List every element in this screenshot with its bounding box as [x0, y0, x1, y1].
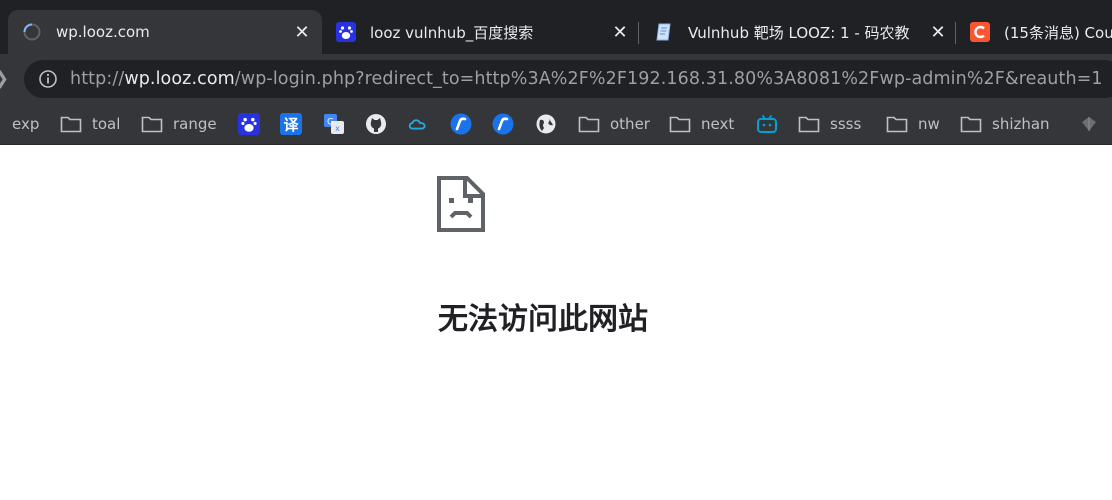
bookmark-label: nw: [918, 115, 940, 133]
tab-separator: [638, 22, 639, 44]
fofa-icon: [492, 113, 514, 135]
close-tab-icon[interactable]: ✕: [290, 22, 314, 43]
url-text[interactable]: http://wp.looz.com/wp-login.php?redirect…: [70, 69, 1103, 89]
close-tab-icon[interactable]: ✕: [926, 22, 950, 43]
folder-icon: [886, 113, 908, 135]
fofa-icon: [450, 113, 472, 135]
toolbar: ❯ http://wp.looz.com/wp-login.php?redire…: [0, 54, 1112, 104]
close-tab-icon[interactable]: ✕: [608, 22, 632, 43]
bilibili-tv-icon: [756, 113, 778, 135]
bookmark-folder-next[interactable]: next: [669, 112, 734, 136]
bookmarks-bar: exp toal range 译 Gx other next ssss nw s…: [0, 104, 1112, 145]
bookmark-folder-exp[interactable]: exp: [0, 112, 39, 136]
bookmark-globe[interactable]: [535, 112, 557, 136]
error-heading: 无法访问此网站: [438, 302, 648, 337]
google-translate-icon: Gx: [323, 113, 345, 135]
github-icon: [365, 113, 387, 135]
extension-icon: [1078, 113, 1100, 135]
bookmark-folder-nw[interactable]: nw: [886, 112, 940, 136]
folder-icon: [798, 113, 820, 135]
bookmark-label: toal: [92, 115, 121, 133]
baidu-paw-icon: [238, 113, 260, 135]
cloud-icon: [407, 113, 429, 135]
bookmark-google-translate[interactable]: Gx: [323, 112, 345, 136]
bookmark-bilibili[interactable]: [756, 112, 778, 136]
bookmark-folder-shizhan[interactable]: shizhan: [960, 112, 1050, 136]
tab-title: looz vulnhub_百度搜索: [370, 23, 534, 42]
baidu-paw-icon: [336, 22, 356, 42]
bookmark-folder-range[interactable]: range: [141, 112, 217, 136]
url-host: wp.looz.com: [124, 69, 235, 89]
back-arrow-icon[interactable]: ❯: [0, 68, 9, 89]
tab-csdn[interactable]: (15条消息) Cou: [970, 10, 1112, 54]
document-pen-icon: [654, 22, 674, 42]
folder-icon: [669, 113, 691, 135]
sad-document-icon: [436, 175, 486, 237]
url-path: /wp-login.php?redirect_to=http%3A%2F%2F1…: [234, 69, 1103, 89]
tab-title: Vulnhub 靶场 LOOZ: 1 - 码农教: [688, 23, 910, 42]
folder-icon: [578, 113, 600, 135]
bookmark-label: range: [173, 115, 217, 133]
bookmark-cloud[interactable]: [407, 112, 429, 136]
folder-icon: [141, 113, 163, 135]
translate-icon: 译: [280, 113, 302, 135]
bookmark-folder-toal[interactable]: toal: [60, 112, 120, 136]
bookmark-label: exp: [12, 115, 40, 133]
bookmark-label: shizhan: [992, 115, 1050, 133]
bookmark-fofa-2[interactable]: [492, 112, 514, 136]
tab-baidu-search[interactable]: looz vulnhub_百度搜索 ✕: [336, 10, 632, 54]
svg-text:x: x: [335, 124, 340, 133]
bookmark-label: next: [701, 115, 735, 133]
folder-icon: [60, 113, 82, 135]
bookmark-baidu[interactable]: [238, 112, 260, 136]
info-icon[interactable]: [38, 69, 58, 89]
folder-icon: [960, 113, 982, 135]
bookmark-translate[interactable]: 译: [280, 112, 302, 136]
loading-spinner-icon: [22, 22, 42, 42]
url-scheme: http://: [70, 69, 125, 89]
tab-wp-looz[interactable]: wp.looz.com ✕: [8, 10, 322, 54]
globe-icon: [535, 113, 557, 135]
bookmark-folder-ssss[interactable]: ssss: [798, 112, 861, 136]
bookmark-label: other: [610, 115, 650, 133]
tab-title: wp.looz.com: [56, 23, 150, 41]
bookmark-overflow[interactable]: [1078, 112, 1100, 136]
tab-title: (15条消息) Cou: [1004, 23, 1112, 42]
bookmark-github[interactable]: [365, 112, 387, 136]
tab-vulnhub-looz[interactable]: Vulnhub 靶场 LOOZ: 1 - 码农教 ✕: [654, 10, 950, 54]
svg-text:G: G: [327, 118, 334, 128]
tab-strip: wp.looz.com ✕ looz vulnhub_百度搜索 ✕ Vulnhu…: [0, 0, 1112, 54]
tab-separator: [955, 22, 956, 44]
bookmark-folder-other[interactable]: other: [578, 112, 650, 136]
address-bar[interactable]: http://wp.looz.com/wp-login.php?redirect…: [24, 60, 1112, 98]
csdn-c-icon: [970, 22, 990, 42]
bookmark-fofa-1[interactable]: [450, 112, 472, 136]
bookmark-label: ssss: [830, 115, 862, 133]
